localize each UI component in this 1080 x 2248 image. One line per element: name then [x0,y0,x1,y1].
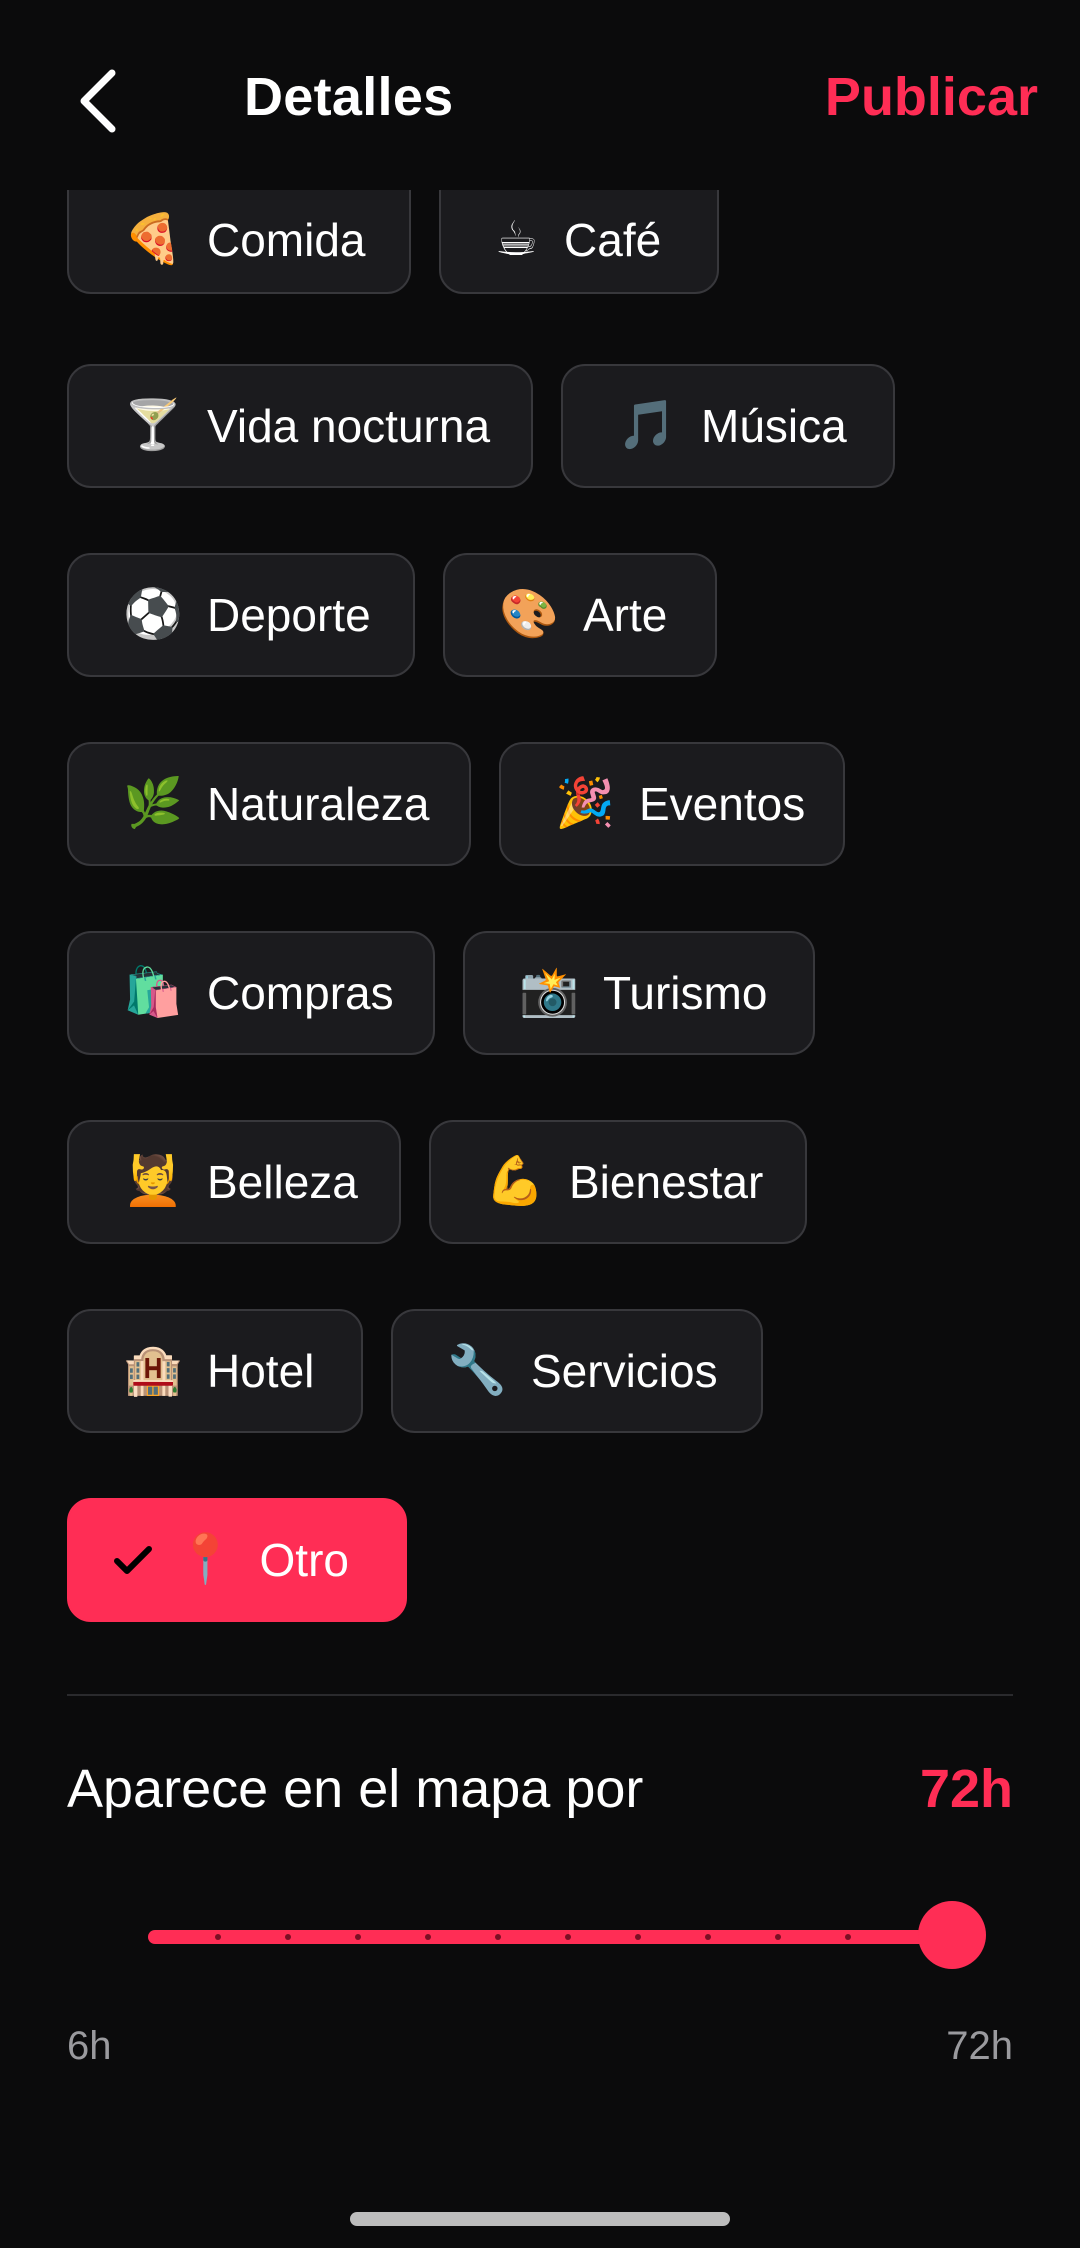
chip-row: 📍 Otro [67,1498,407,1622]
chip-row: 🛍️ Compras 📸 Turismo [67,931,815,1055]
duration-slider[interactable] [148,1900,986,1970]
slider-tick [215,1934,221,1940]
soccer-ball-icon: ⚽ [123,588,183,641]
chip-label: Café [564,214,662,266]
chevron-left-icon [80,69,116,133]
herb-icon: 🌿 [123,777,183,830]
duration-value: 72h [919,1759,1013,1819]
chip-row: 🏨 Hotel 🔧 Servicios [67,1309,763,1433]
slider-tick [775,1934,781,1940]
slider-thumb[interactable] [918,1901,986,1969]
chip-row: 🍸 Vida nocturna 🎵 Música [67,364,895,488]
chip-label: Deporte [207,589,371,641]
music-note-icon: 🎵 [617,399,677,452]
chip-comida[interactable]: 🍕 Comida [67,190,411,294]
chip-hotel[interactable]: 🏨 Hotel [67,1309,363,1433]
chip-label: Belleza [207,1156,358,1208]
slider-track[interactable] [148,1930,958,1944]
chip-row: ⚽ Deporte 🎨 Arte [67,553,717,677]
round-pushpin-icon: 📍 [175,1533,236,1586]
chip-deporte[interactable]: ⚽ Deporte [67,553,415,677]
coffee-icon: ☕ [495,213,539,266]
shopping-bags-icon: 🛍️ [123,966,183,1019]
chip-label: Arte [583,589,668,641]
chip-label: Bienestar [569,1156,764,1208]
category-chips[interactable]: 🍕 Comida ☕ Café 🍸 Vida nocturna 🎵 Música… [0,190,1080,1690]
chip-label: Compras [207,967,394,1019]
slider-tick [285,1934,291,1940]
chip-label: Eventos [639,778,806,830]
chip-row: 🌿 Naturaleza 🎉 Eventos [67,742,845,866]
slider-tick [845,1934,851,1940]
slider-tick [355,1934,361,1940]
slider-tick [565,1934,571,1940]
chip-turismo[interactable]: 📸 Turismo [463,931,815,1055]
chip-cafe[interactable]: ☕ Café [439,190,719,294]
chip-label: Vida nocturna [207,400,491,452]
slider-tick [425,1934,431,1940]
slider-tick [495,1934,501,1940]
divider [67,1694,1013,1696]
chip-servicios[interactable]: 🔧 Servicios [391,1309,763,1433]
wrench-icon: 🔧 [447,1344,507,1397]
chip-naturaleza[interactable]: 🌿 Naturaleza [67,742,471,866]
camera-flash-icon: 📸 [519,966,579,1019]
back-button[interactable] [58,56,138,146]
chip-row: 🍕 Comida ☕ Café [67,190,719,294]
slider-tick [635,1934,641,1940]
chip-belleza[interactable]: 💆 Belleza [67,1120,401,1244]
duration-title: Aparece en el mapa por [67,1759,644,1819]
range-min-label: 6h [67,2024,112,2068]
publish-button[interactable]: Publicar [825,66,1038,128]
chip-eventos[interactable]: 🎉 Eventos [499,742,845,866]
home-indicator [350,2212,730,2226]
chip-label: Comida [207,214,366,266]
palette-icon: 🎨 [499,588,559,641]
chip-vida-nocturna[interactable]: 🍸 Vida nocturna [67,364,533,488]
flexed-biceps-icon: 💪 [485,1155,545,1208]
chip-row: 💆 Belleza 💪 Bienestar [67,1120,807,1244]
hotel-icon: 🏨 [123,1344,183,1397]
chip-label: Naturaleza [207,778,430,830]
chip-bienestar[interactable]: 💪 Bienestar [429,1120,807,1244]
chip-label: Turismo [603,967,768,1019]
header: Detalles Publicar [0,0,1080,190]
chip-label: Hotel [207,1345,315,1397]
chip-label: Música [701,400,847,452]
cocktail-icon: 🍸 [123,399,183,452]
pizza-icon: 🍕 [123,213,183,266]
slider-tick [705,1934,711,1940]
chip-arte[interactable]: 🎨 Arte [443,553,717,677]
checkmark-icon [113,1544,156,1576]
chip-label: Otro [259,1534,349,1586]
chip-label: Servicios [531,1345,718,1397]
massage-icon: 💆 [123,1155,183,1208]
chip-otro[interactable]: 📍 Otro [67,1498,407,1622]
chip-musica[interactable]: 🎵 Música [561,364,895,488]
page-title: Detalles [244,67,454,127]
range-max-label: 72h [946,2024,1013,2068]
chip-compras[interactable]: 🛍️ Compras [67,931,435,1055]
party-popper-icon: 🎉 [555,777,615,830]
screen: Detalles Publicar 🍕 Comida ☕ Café 🍸 Vida… [0,0,1080,2248]
